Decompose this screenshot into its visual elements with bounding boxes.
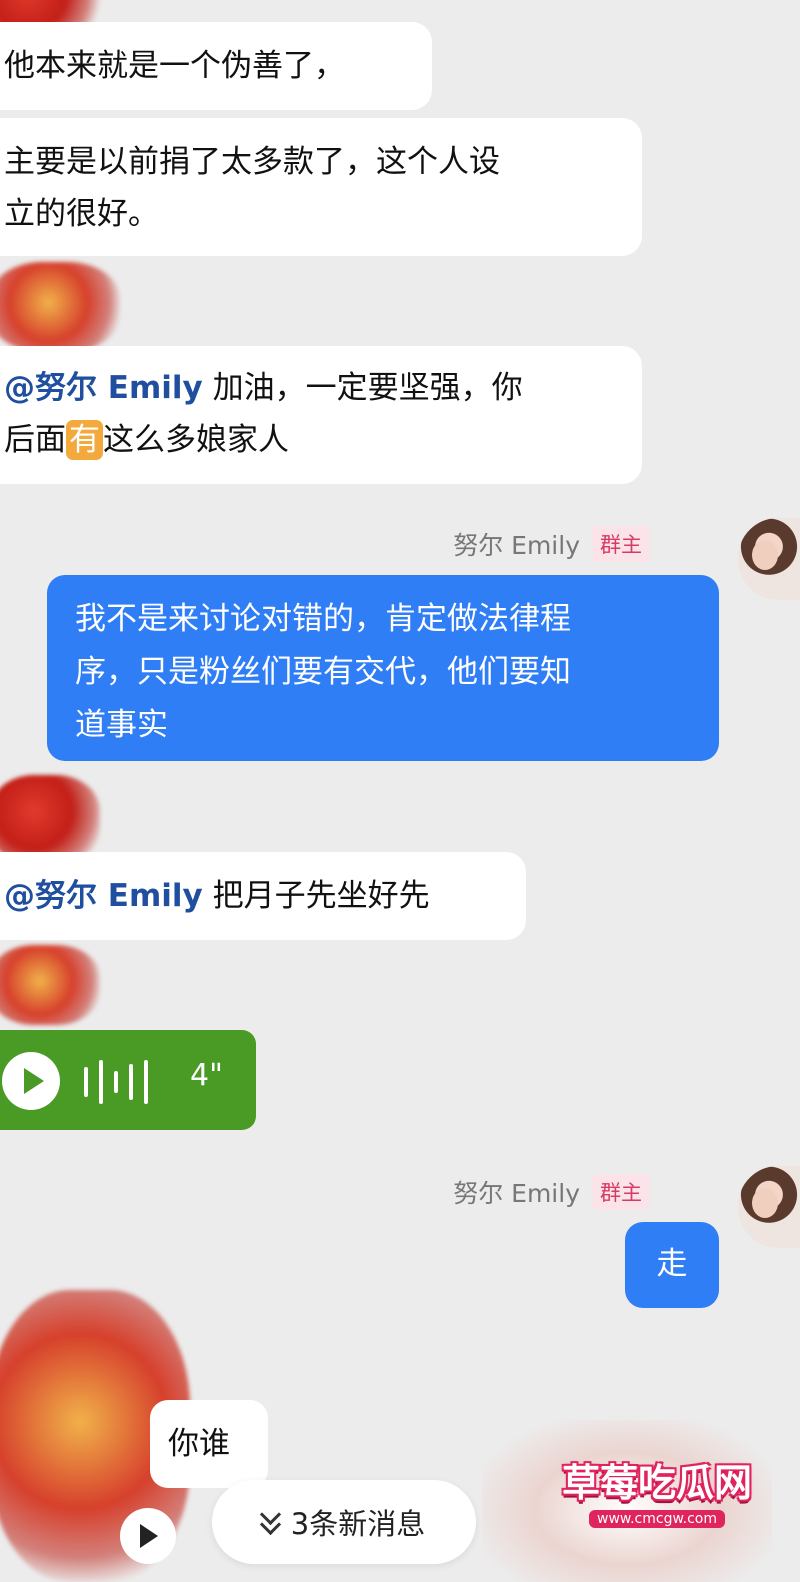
group-owner-badge: 群主 (592, 526, 650, 562)
mention-link[interactable]: @努尔 Emily (4, 370, 203, 406)
sender-avatar[interactable] (738, 518, 800, 600)
sender-avatar[interactable] (738, 1166, 800, 1248)
voice-message-bubble[interactable]: 4" (0, 1030, 256, 1130)
sender-name: 努尔 Emily (453, 531, 580, 560)
incoming-message-bubble[interactable]: @努尔 Emily 加油，一定要坚强，你 后面有这么多娘家人 (0, 346, 642, 484)
message-text: 立的很好。 (4, 196, 159, 232)
message-text: 你谁 (168, 1426, 230, 1462)
watermark-logo: 草莓吃瓜网 www.cmcgw.com (548, 1460, 766, 1540)
watermark-title: 草莓吃瓜网 (561, 1461, 752, 1505)
watermark-url: www.cmcgw.com (589, 1510, 725, 1528)
message-text: 他本来就是一个伪善了， (4, 48, 345, 84)
message-text: 我不是来讨论对错的，肯定做法律程 (75, 601, 571, 637)
highlighted-word: 有 (66, 420, 103, 460)
play-icon[interactable] (120, 1508, 176, 1564)
sender-info: 努尔 Emily 群主 (453, 526, 650, 562)
incoming-message-bubble[interactable]: 他本来就是一个伪善了， (0, 22, 432, 110)
message-text: 道事实 (75, 707, 168, 743)
outgoing-message-bubble[interactable]: 走 (625, 1222, 719, 1308)
message-text: 序，只是粉丝们要有交代，他们要知 (75, 654, 571, 690)
incoming-message-bubble[interactable]: 你谁 (150, 1400, 268, 1488)
group-owner-badge: 群主 (592, 1174, 650, 1210)
message-text: 这么多娘家人 (103, 422, 289, 458)
incoming-message-bubble[interactable]: 主要是以前捐了太多款了，这个人设 立的很好。 (0, 118, 642, 256)
message-text: 主要是以前捐了太多款了，这个人设 (4, 144, 500, 180)
play-icon[interactable] (2, 1052, 60, 1110)
member-avatar-blurred[interactable] (0, 945, 100, 1025)
new-messages-label: 3条新消息 (290, 1507, 426, 1541)
new-messages-button[interactable]: 3条新消息 (212, 1480, 476, 1564)
waveform-icon (84, 1060, 164, 1104)
double-chevron-down-icon (263, 1515, 277, 1529)
message-text: 把月子先坐好先 (202, 878, 430, 914)
incoming-message-bubble[interactable]: @努尔 Emily 把月子先坐好先 (0, 852, 526, 940)
message-text: 加油，一定要坚强，你 (202, 370, 523, 406)
voice-duration: 4" (190, 1058, 223, 1093)
sender-info: 努尔 Emily 群主 (453, 1174, 650, 1210)
message-text: 走 (656, 1246, 688, 1282)
member-avatar-blurred[interactable] (0, 262, 120, 352)
outgoing-message-bubble[interactable]: 我不是来讨论对错的，肯定做法律程 序，只是粉丝们要有交代，他们要知 道事实 (47, 575, 719, 761)
mention-link[interactable]: @努尔 Emily (4, 878, 203, 914)
message-text: 后面 (4, 422, 66, 458)
sender-name: 努尔 Emily (453, 1179, 580, 1208)
